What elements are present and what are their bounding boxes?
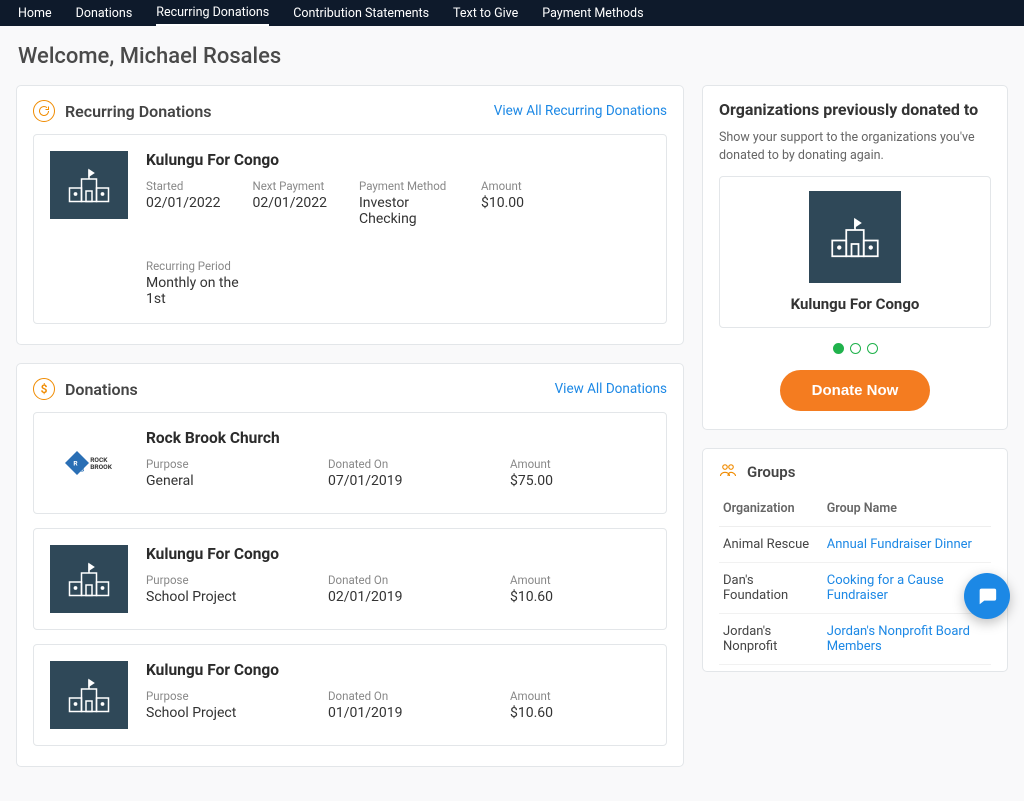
featured-org-card[interactable]: Kulungu For Congo — [719, 176, 991, 328]
svg-text:BROOK: BROOK — [90, 463, 113, 471]
table-row: Dan's FoundationCooking for a Cause Fund… — [719, 563, 991, 614]
featured-org-name: Kulungu For Congo — [734, 295, 976, 313]
groups-panel: Groups Organization Group Name Animal Re… — [702, 448, 1008, 672]
groups-table: Organization Group Name Animal Rescue Ann… — [719, 495, 991, 665]
org-logo: RBROCKBROOK — [50, 429, 128, 497]
table-row: Animal Rescue Annual Fundraiser Dinner — [719, 527, 991, 563]
nav-recurring-donations[interactable]: Recurring Donations — [156, 1, 269, 26]
welcome-heading: Welcome, Michael Rosales — [18, 44, 1006, 69]
previous-orgs-title: Organizations previously donated to — [719, 100, 991, 119]
recurring-donations-panel: Recurring Donations View All Recurring D… — [16, 85, 684, 345]
carousel-dot[interactable] — [867, 343, 878, 354]
donation-card[interactable]: Kulungu For CongoPurposeSchool ProjectDo… — [33, 644, 667, 746]
donations-title: Donations — [65, 380, 138, 399]
donation-card[interactable]: RBROCKBROOKRock Brook ChurchPurposeGener… — [33, 412, 667, 514]
nav-payment-methods[interactable]: Payment Methods — [542, 2, 643, 25]
groups-heading: Groups — [747, 463, 795, 481]
org-logo — [50, 661, 128, 729]
people-icon — [719, 463, 737, 481]
view-all-recurring-link[interactable]: View All Recurring Donations — [494, 103, 667, 119]
donations-panel: $ Donations View All Donations RBROCKBRO… — [16, 363, 684, 767]
recurring-org-name: Kulungu For Congo — [146, 151, 650, 169]
group-link[interactable]: Jordan's Nonprofit Board Members — [827, 624, 970, 654]
nav-text-to-give[interactable]: Text to Give — [453, 2, 518, 25]
group-link[interactable]: Cooking for a Cause Fundraiser — [827, 573, 944, 603]
group-link[interactable]: Annual Fundraiser Dinner — [827, 537, 972, 552]
nav-home[interactable]: Home — [18, 2, 52, 25]
featured-org-logo — [809, 191, 901, 283]
donate-now-button[interactable]: Donate Now — [780, 370, 931, 411]
org-logo — [50, 151, 128, 219]
chat-widget[interactable] — [964, 573, 1010, 619]
group-org: Jordan's Nonprofit — [719, 614, 823, 665]
top-nav: Home Donations Recurring Donations Contribu… — [0, 0, 1024, 26]
recurring-card[interactable]: Kulungu For Congo Started 02/01/2022 Nex… — [33, 134, 667, 324]
previous-orgs-subtitle: Show your support to the organizations y… — [719, 129, 991, 164]
dollar-icon: $ — [33, 378, 55, 400]
groups-header-org: Organization — [719, 495, 823, 527]
nav-contribution-statements[interactable]: Contribution Statements — [293, 2, 429, 25]
donation-org-name: Rock Brook Church — [146, 429, 650, 447]
carousel-dot[interactable] — [850, 343, 861, 354]
recurring-icon — [33, 100, 55, 122]
view-all-donations-link[interactable]: View All Donations — [555, 381, 667, 397]
donation-org-name: Kulungu For Congo — [146, 661, 650, 679]
org-logo — [50, 545, 128, 613]
carousel-dot[interactable] — [833, 343, 844, 354]
carousel-dots — [719, 342, 991, 358]
donation-org-name: Kulungu For Congo — [146, 545, 650, 563]
groups-header-name: Group Name — [823, 495, 991, 527]
group-org: Dan's Foundation — [719, 563, 823, 614]
recurring-title: Recurring Donations — [65, 102, 212, 121]
svg-text:B: B — [80, 465, 84, 473]
donation-card[interactable]: Kulungu For CongoPurposeSchool ProjectDo… — [33, 528, 667, 630]
group-org: Animal Rescue — [719, 527, 823, 563]
table-row: Jordan's NonprofitJordan's Nonprofit Boa… — [719, 614, 991, 665]
nav-donations[interactable]: Donations — [76, 2, 133, 25]
previous-orgs-panel: Organizations previously donated to Show… — [702, 85, 1008, 430]
